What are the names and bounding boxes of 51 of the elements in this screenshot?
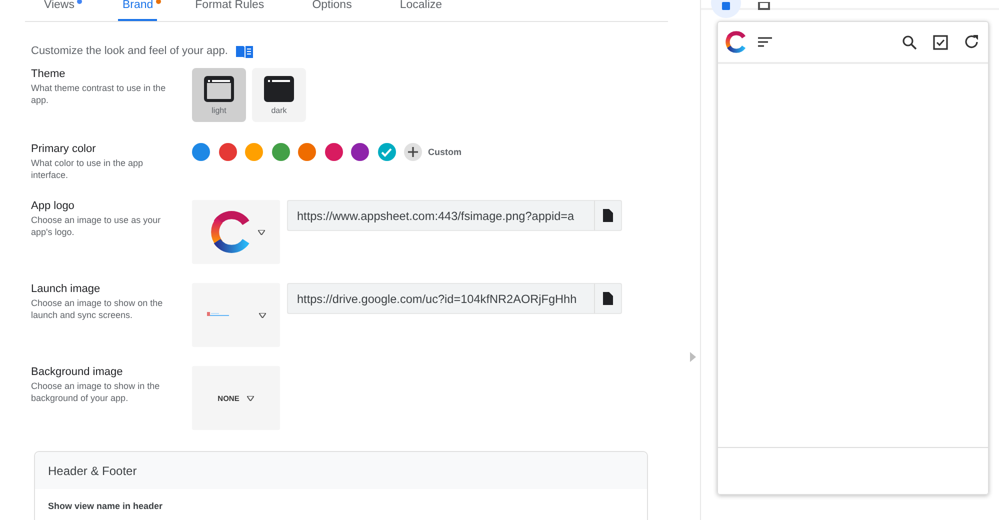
theme-option[interactable]: dark [252, 68, 306, 122]
caret-icon [258, 230, 264, 234]
setting-description: Choose an image to show in the background of your app. [31, 380, 161, 404]
tab[interactable]: Views [40, 0, 78, 21]
custom-color-button[interactable]: Custom [404, 143, 462, 161]
window-icon [204, 76, 234, 102]
refresh-icon[interactable] [964, 34, 980, 50]
phone-icon [722, 2, 730, 10]
color-swatch[interactable] [245, 143, 263, 161]
search-icon[interactable] [902, 34, 917, 50]
setting-title: Launch image [31, 283, 102, 295]
color-swatch[interactable] [192, 143, 210, 161]
caret-icon [258, 312, 266, 318]
color-swatch[interactable] [298, 143, 316, 161]
color-swatch[interactable] [378, 143, 396, 161]
tab[interactable]: Options [308, 0, 356, 21]
tab[interactable]: Brand [118, 0, 158, 21]
book-icon[interactable] [236, 44, 253, 58]
theme-option[interactable]: light [192, 68, 246, 122]
window-icon [264, 76, 294, 102]
tablet-icon [758, 2, 770, 10]
image-picker[interactable] [192, 200, 280, 264]
plus-icon [408, 147, 418, 157]
color-swatch[interactable] [272, 143, 290, 161]
setting-description: Choose an image to show on the launch and sync screens. [31, 297, 164, 321]
setting-description: What color to use in the app interface. [31, 157, 144, 181]
url-field[interactable]: https://www.appsheet.com:443/fsimage.png?appid=a [287, 200, 595, 231]
card-title: Header & Footer [35, 452, 647, 489]
setting-description: Choose an image to use as your app's logo. [31, 214, 162, 238]
setting-description: What theme contrast to use in the app. [31, 82, 167, 106]
color-swatch[interactable] [324, 143, 342, 161]
sort-menu-icon[interactable] [758, 37, 772, 47]
option-label: Show view name in header [48, 501, 164, 511]
tab[interactable]: Localize [396, 0, 446, 21]
tab[interactable]: Format Rules [191, 0, 268, 21]
file-button[interactable] [595, 200, 622, 231]
file-button[interactable] [595, 283, 622, 314]
setting-title: Primary color [31, 143, 97, 155]
c-logo-icon [724, 30, 748, 54]
check-icon [381, 148, 392, 156]
caret-icon [247, 396, 254, 400]
url-field[interactable]: https://drive.google.com/uc?id=104kfNR2AORjFgHhh [287, 283, 595, 314]
setting-title: App logo [31, 200, 76, 212]
color-swatch[interactable] [218, 143, 236, 161]
setting-title: Theme [31, 68, 66, 80]
setting-title: Background image [31, 366, 124, 378]
checkbox-icon[interactable] [933, 34, 948, 50]
intro-text: Customize the look and feel of your app. [31, 45, 228, 57]
file-icon [603, 209, 613, 222]
file-icon [603, 292, 613, 305]
color-swatch[interactable] [351, 143, 369, 161]
